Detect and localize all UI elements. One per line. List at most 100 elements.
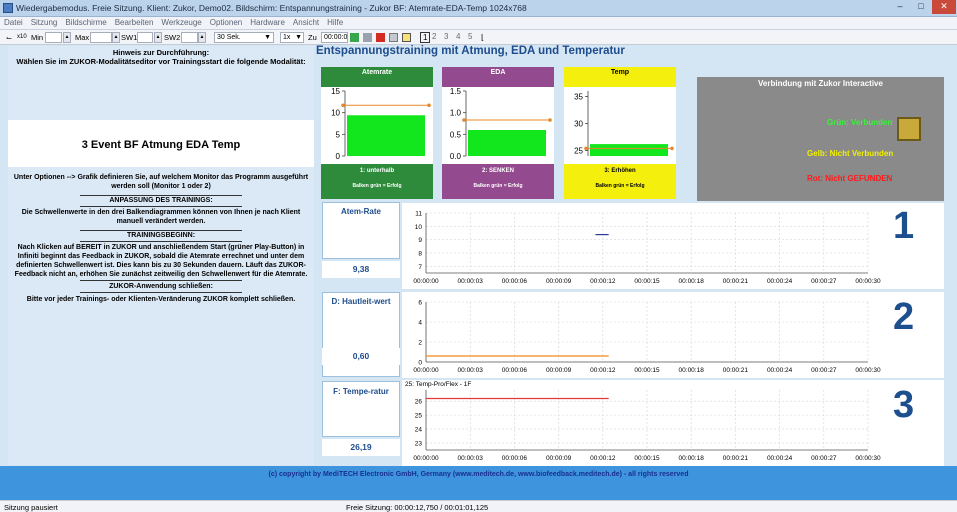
window-title: Wiedergabemodus. Freie Sitzung. Klient: …: [16, 3, 527, 13]
time-field[interactable]: 00:00:0: [321, 32, 348, 43]
copyright-text: (c) copyright by MediTECH Electronic Gmb…: [268, 471, 689, 478]
y-tick-label: 35: [574, 92, 583, 101]
menu-hardware[interactable]: Hardware: [246, 17, 289, 29]
menu-sitzung[interactable]: Sitzung: [27, 17, 62, 29]
hint-title: Hinweis zur Durchführung:: [112, 48, 210, 57]
menu-ansicht[interactable]: Ansicht: [289, 17, 323, 29]
x-tick-label: 00:00:24: [767, 455, 793, 462]
x-tick-label: 00:00:15: [634, 278, 660, 285]
atemrate-mode: 1: unterhalb: [359, 168, 395, 174]
x-tick-label: 00:00:12: [590, 455, 616, 462]
speed-select[interactable]: 1x ▼: [280, 32, 304, 43]
min-spin[interactable]: ▲: [63, 32, 71, 43]
connection-red-box: Rot: Nicht GEFUNDEN: [697, 171, 944, 201]
page-5-button[interactable]: 5: [468, 32, 472, 41]
cursor-icon[interactable]: ⌊: [481, 32, 484, 43]
connection-green-box: Grün: Verbunden: [697, 116, 944, 146]
y-tick-label: 9: [418, 237, 422, 244]
x-tick-label: 00:00:00: [413, 278, 439, 285]
status-yellow-text: Gelb: Nicht Verbunden: [807, 149, 894, 158]
x-tick-label: 00:00:00: [413, 455, 439, 462]
menu-bearbeiten[interactable]: Bearbeiten: [111, 17, 158, 29]
hint-block: Hinweis zur Durchführung: Wählen Sie im …: [8, 48, 314, 66]
value-bar: [468, 130, 546, 156]
x-tick-label: 00:00:12: [590, 367, 616, 374]
y-tick-label: 2: [418, 340, 422, 347]
scale-label: x10: [17, 34, 27, 40]
value-bar: [347, 115, 425, 156]
y-tick-label: 5: [336, 130, 341, 139]
begin-title: TRAININGSBEGINN:: [126, 232, 196, 239]
sw1-spin[interactable]: ▲: [154, 32, 162, 43]
y-tick-label: 25: [415, 413, 423, 420]
page-3-button[interactable]: 3: [444, 32, 448, 41]
y-tick-label: 0.5: [450, 130, 462, 139]
play-icon[interactable]: [350, 33, 359, 42]
instruction-panel: Hinweis zur Durchführung: Wählen Sie im …: [8, 46, 314, 465]
sw2-spin[interactable]: ▲: [198, 32, 206, 43]
atemrate-value: 9,38: [322, 261, 400, 278]
page-1-button[interactable]: 1: [420, 32, 431, 43]
atemrate-label: Atem-Rate: [340, 207, 381, 216]
menu-datei[interactable]: Datei: [0, 17, 27, 29]
divider: [80, 280, 242, 281]
x-tick-label: 00:00:24: [767, 278, 793, 285]
x-tick-label: 00:00:18: [679, 278, 705, 285]
adapt-text: Die Schwellenwerte in den drei Balkendia…: [21, 209, 301, 225]
x-tick-label: 00:00:06: [502, 278, 528, 285]
max-field[interactable]: [90, 32, 112, 43]
atemrate-panel: Atemrate 15 10 5 0 1: unterhalb Balken grün…: [321, 67, 433, 199]
eda-note: Balken grün = Erfolg: [473, 183, 523, 189]
duration-select[interactable]: 30 Sek. ▼: [214, 32, 274, 43]
max-spin[interactable]: ▲: [112, 32, 120, 43]
eda-mode: 2: SENKEN: [481, 168, 514, 174]
grid-icon[interactable]: [389, 33, 398, 42]
status-green-text: Grün: Verbunden: [827, 118, 893, 127]
sw2-field[interactable]: [181, 32, 198, 43]
connection-yellow-box: Gelb: Nicht Verbunden: [697, 146, 944, 171]
value-bar: [590, 144, 668, 156]
app-icon: [3, 3, 13, 13]
record-icon[interactable]: [376, 33, 385, 42]
x-tick-label: 00:00:27: [811, 367, 837, 374]
page-2-button[interactable]: 2: [432, 32, 436, 41]
row-number-2: 2: [893, 296, 915, 338]
atemrate-note: Balken grün = Erfolg: [352, 183, 402, 189]
threshold-handle-right: [548, 118, 552, 122]
x-tick-label: 00:00:21: [723, 278, 749, 285]
adapt-title: ANPASSUNG DES TRAININGS:: [109, 197, 213, 204]
close-button[interactable]: ✕: [932, 0, 956, 14]
connection-icon[interactable]: [897, 117, 921, 141]
threshold-handle-right: [670, 146, 674, 151]
maximize-button[interactable]: □: [911, 0, 931, 14]
status-left: Sitzung pausiert: [4, 503, 58, 512]
status-bar: Sitzung pausiert Freie Sitzung: 00:00:12…: [0, 500, 957, 512]
sw1-field[interactable]: [137, 32, 153, 43]
menu-hilfe[interactable]: Hilfe: [323, 17, 347, 29]
temp-value: 26,19: [322, 439, 400, 456]
menu-optionen[interactable]: Optionen: [206, 17, 246, 29]
temp-graph-title: 25: Temp-Pro/Flex - 1F: [405, 381, 472, 388]
x-tick-label: 00:00:18: [679, 455, 705, 462]
connection-title-box: Verbindung mit Zukor Interactive: [697, 77, 944, 116]
x-tick-label: 00:00:03: [458, 367, 484, 374]
temp-panel-footer: 3: Erhöhen Balken grün = Erfolg: [564, 164, 676, 199]
menu-werkzeuge[interactable]: Werkzeuge: [157, 17, 205, 29]
y-tick-label: 23: [415, 441, 423, 448]
y-tick-label: 26: [415, 399, 423, 406]
x-tick-label: 00:00:30: [855, 455, 881, 462]
x-tick-label: 00:00:03: [458, 455, 484, 462]
menu-bar: Datei Sitzung Bildschirme Bearbeiten Werkzeu…: [0, 17, 957, 30]
atemrate-graph: 00:00:00 00:00:03 00:00:06 00:00:09 00:00:12…: [402, 203, 944, 289]
x-tick-label: 00:00:00: [413, 367, 439, 374]
min-field[interactable]: [45, 32, 62, 43]
page-title: Entspannungstraining mit Atmung, EDA und…: [316, 45, 625, 57]
page-4-button[interactable]: 4: [456, 32, 460, 41]
pause-icon[interactable]: [363, 33, 372, 42]
menu-bildschirme[interactable]: Bildschirme: [61, 17, 110, 29]
minimize-button[interactable]: –: [890, 0, 910, 14]
x-tick-label: 00:00:09: [546, 278, 572, 285]
eda-bar-chart: 1.5 1.0 0.5 0.0: [450, 87, 552, 161]
layout-icon[interactable]: [402, 33, 411, 42]
x-tick-label: 00:00:06: [502, 455, 528, 462]
